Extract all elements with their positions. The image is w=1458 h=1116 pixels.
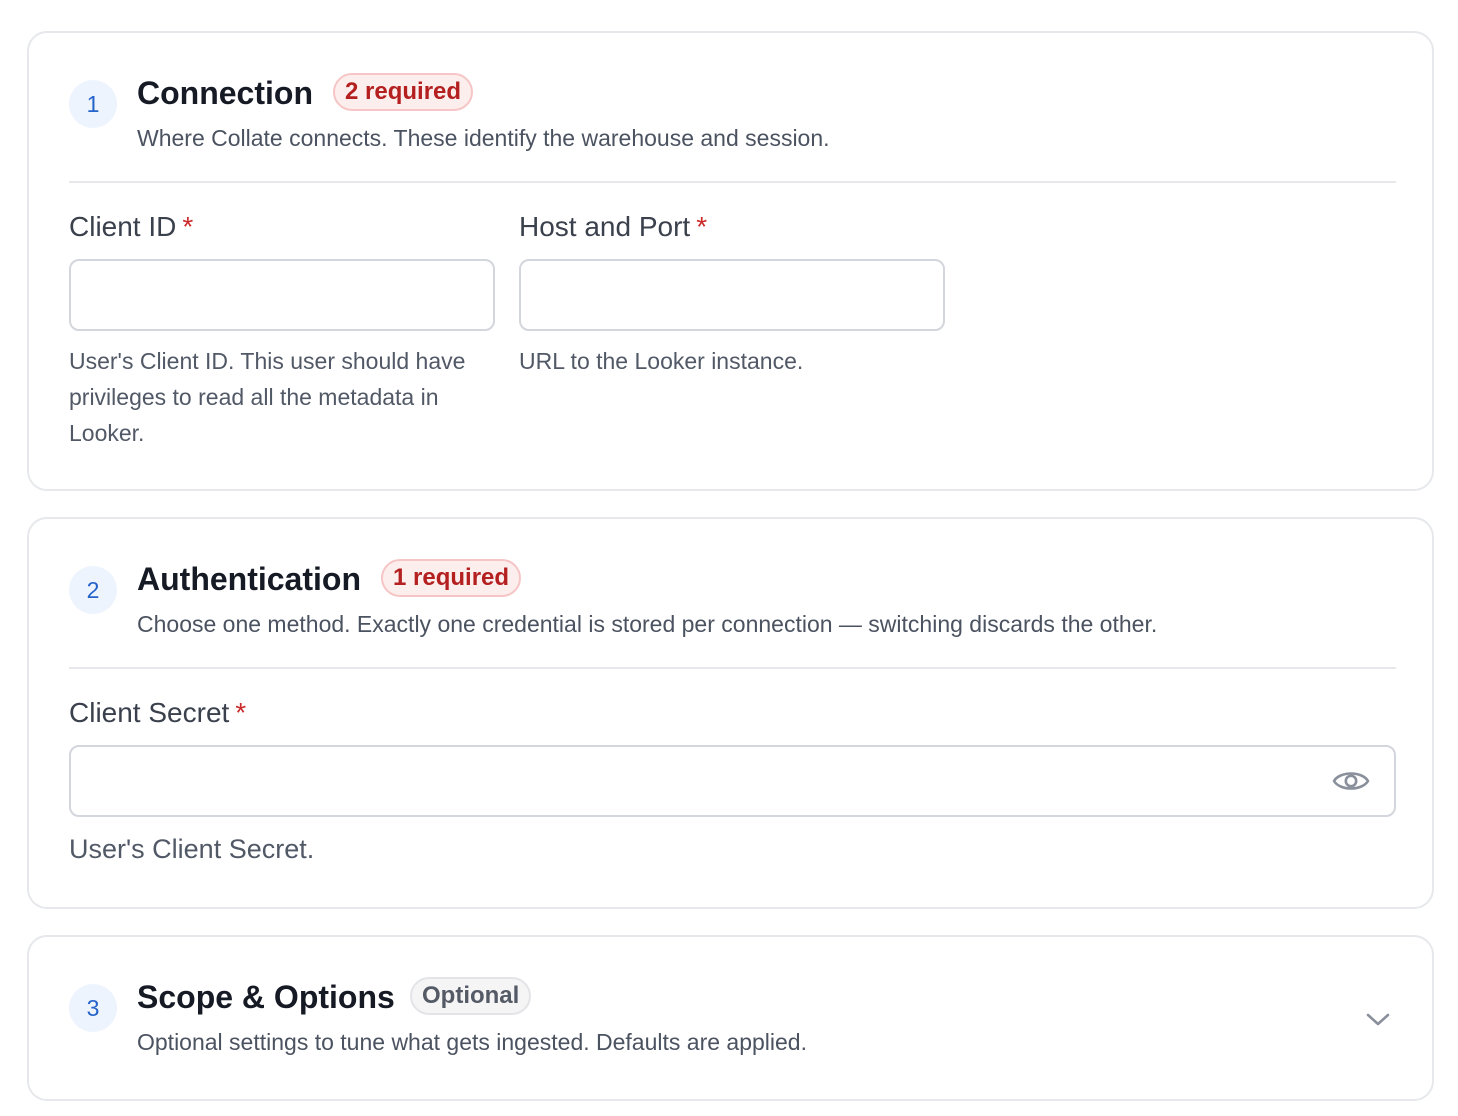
host-port-help: URL to the Looker instance. — [519, 348, 804, 374]
client-secret-label: Client Secret * — [69, 697, 247, 728]
eye-icon[interactable] — [1331, 766, 1371, 796]
step-number-badge: 3 — [69, 984, 117, 1032]
client-secret-input[interactable] — [69, 745, 1396, 817]
section-description: Where Collate connects. These identify t… — [137, 125, 830, 151]
section-title: Connection — [137, 75, 313, 111]
section-title: Scope & Options — [137, 979, 395, 1015]
scope-options-section[interactable]: 3 Scope & Options Optional Optional sett… — [27, 935, 1434, 1101]
section-description: Optional settings to tune what gets inge… — [137, 1029, 807, 1055]
required-count-badge: 2 required — [333, 73, 474, 111]
client-secret-help: User's Client Secret. — [69, 834, 315, 864]
section-title: Authentication — [137, 561, 361, 597]
connection-section: 1 Connection 2 required Where Collate co… — [27, 31, 1434, 491]
step-number-badge: 2 — [69, 566, 117, 614]
required-count-badge: 1 required — [381, 559, 522, 597]
optional-badge: Optional — [410, 977, 532, 1015]
section-divider — [69, 667, 1396, 669]
chevron-down-icon[interactable] — [1362, 1004, 1394, 1036]
host-port-label: Host and Port * — [519, 211, 708, 242]
required-asterisk: * — [182, 211, 194, 242]
client-id-label: Client ID * — [69, 211, 194, 242]
section-description: Choose one method. Exactly one credentia… — [137, 611, 1158, 637]
required-asterisk: * — [235, 697, 247, 728]
required-asterisk: * — [696, 211, 708, 242]
section-divider — [69, 181, 1396, 183]
client-id-input[interactable] — [69, 259, 495, 331]
host-port-input[interactable] — [519, 259, 945, 331]
step-number-badge: 1 — [69, 80, 117, 128]
client-id-help: User's Client ID. This user should have … — [69, 348, 466, 446]
authentication-section: 2 Authentication 1 required Choose one m… — [27, 517, 1434, 909]
